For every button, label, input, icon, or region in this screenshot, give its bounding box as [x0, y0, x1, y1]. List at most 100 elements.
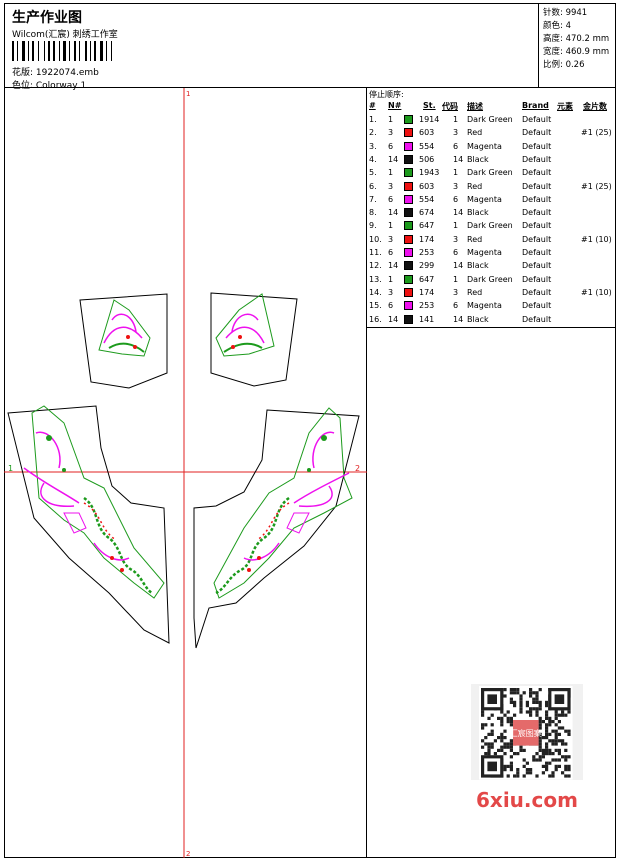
- design-canvas: 1 2 1 2: [4, 88, 367, 858]
- color-swatch: [404, 168, 413, 178]
- table-row: 9. 1 647 1 Dark Green Default: [367, 219, 616, 232]
- col-stitches: St.: [423, 101, 436, 110]
- embroidery-preview: 1 2 1 2: [4, 88, 367, 858]
- stitch-count-cell: 174: [419, 287, 435, 297]
- qr-pattern: 汇宸图案: [479, 686, 573, 780]
- needle-number: 6: [388, 248, 394, 257]
- stitch-count-cell: 506: [419, 154, 435, 164]
- table-row: 12. 14 299 14 Black Default: [367, 259, 616, 272]
- stitch-count-cell: 253: [419, 301, 435, 311]
- sequin-info: #1 (10): [581, 287, 612, 297]
- color-description: Black: [467, 208, 489, 218]
- col-description: 描述: [467, 102, 483, 111]
- needle-number: 3: [388, 287, 394, 297]
- needle-number: 14: [388, 154, 399, 164]
- needle-number: 1: [388, 115, 394, 124]
- stitch-count-cell: 1943: [419, 168, 440, 178]
- color-code: 14: [453, 154, 464, 164]
- needle-number: 3: [388, 128, 394, 138]
- color-count: 颜色: 4: [543, 21, 571, 31]
- design-height: 高度: 470.2 mm: [543, 34, 610, 44]
- table-row: 13. 1 647 1 Dark Green Default: [367, 273, 616, 286]
- col-needle: N#: [388, 101, 402, 110]
- table-row: 8. 14 674 14 Black Default: [367, 206, 616, 219]
- color-description: Magenta: [467, 194, 502, 204]
- color-swatch: [404, 115, 413, 124]
- color-description: Black: [467, 154, 489, 164]
- design-file: 花版: 1922074.emb: [12, 68, 99, 78]
- sequin-info: #1 (25): [581, 128, 612, 138]
- brand-name: Default: [522, 181, 552, 191]
- row-number: 3.: [369, 141, 377, 151]
- brand-name: Default: [522, 314, 552, 324]
- table-row: 6. 3 603 3 Red Default #1 (25): [367, 180, 616, 193]
- stop-sequence-panel: 停止顺序: # N# St. 代码 描述 Brand 元素 金片数 1. 1 191…: [367, 88, 616, 328]
- needle-number: 1: [388, 221, 394, 231]
- stitch-count-cell: 554: [419, 194, 435, 204]
- color-swatch: [404, 154, 413, 164]
- needle-number: 1: [388, 274, 394, 284]
- col-sequins: 金片数: [583, 102, 607, 111]
- row-number: 16.: [369, 314, 382, 324]
- top-right-piece: [210, 292, 298, 387]
- table-row: 14. 3 174 3 Red Default #1 (10): [367, 286, 616, 299]
- stitch-count-cell: 554: [419, 141, 435, 151]
- stitch-count-cell: 174: [419, 234, 435, 244]
- brand-name: Default: [522, 221, 552, 231]
- brand-name: Default: [522, 248, 552, 257]
- marker-right: 2: [355, 464, 360, 473]
- stitch-count-cell: 647: [419, 274, 435, 284]
- table-row: 4. 14 506 14 Black Default: [367, 153, 616, 166]
- brand-name: Default: [522, 261, 552, 271]
- brand-name: Default: [522, 274, 552, 284]
- row-number: 14.: [369, 287, 382, 297]
- table-row: 16. 14 141 14 Black Default: [367, 313, 616, 326]
- color-code: 3: [453, 287, 459, 297]
- row-number: 8.: [369, 208, 377, 218]
- table-row: 5. 1 1943 1 Dark Green Default: [367, 166, 616, 179]
- stitch-count-cell: 299: [419, 261, 435, 271]
- needle-number: 6: [388, 141, 394, 151]
- qr-code: 汇宸图案: [471, 684, 583, 780]
- page-title: 生产作业图: [12, 10, 82, 26]
- row-number: 1.: [369, 115, 377, 124]
- color-description: Black: [467, 314, 489, 324]
- row-number: 7.: [369, 194, 377, 204]
- color-description: Red: [467, 234, 483, 244]
- color-code: 14: [453, 208, 464, 218]
- color-description: Magenta: [467, 301, 502, 311]
- left-piece: [7, 405, 170, 644]
- row-number: 10.: [369, 234, 382, 244]
- color-code: 3: [453, 128, 459, 138]
- color-swatch: [404, 234, 413, 244]
- color-code: 1: [453, 115, 459, 124]
- col-num: #: [369, 101, 376, 110]
- watermark: 6xiu.com: [476, 788, 578, 812]
- color-code: 1: [453, 221, 459, 231]
- color-code: 6: [453, 194, 459, 204]
- brand-name: Default: [522, 168, 552, 178]
- table-row: 3. 6 554 6 Magenta Default: [367, 140, 616, 153]
- color-swatch: [404, 221, 413, 231]
- color-code: 3: [453, 234, 459, 244]
- row-number: 11.: [369, 248, 382, 257]
- header: 生产作业图 Wilcom(汇宸) 刺绣工作室 花版: 1922074.emb 色…: [4, 3, 616, 91]
- stitch-count-cell: 603: [419, 181, 435, 191]
- qr-stamp: 汇宸图案: [510, 728, 542, 738]
- col-code: 代码: [442, 102, 458, 111]
- color-description: Magenta: [467, 141, 502, 151]
- table-row: 11. 6 253 6 Magenta Default: [367, 246, 616, 259]
- color-description: Dark Green: [467, 274, 513, 284]
- table-row: 2. 3 603 3 Red Default #1 (25): [367, 126, 616, 139]
- color-swatch: [404, 194, 413, 204]
- row-number: 5.: [369, 168, 377, 178]
- brand-name: Default: [522, 128, 552, 138]
- color-description: Dark Green: [467, 115, 513, 124]
- stitch-count-cell: 1914: [419, 115, 440, 124]
- brand-name: Default: [522, 287, 552, 297]
- color-code: 14: [453, 314, 464, 324]
- col-brand: Brand: [522, 101, 549, 110]
- row-number: 13.: [369, 274, 382, 284]
- brand-name: Default: [522, 154, 552, 164]
- row-number: 2.: [369, 128, 377, 138]
